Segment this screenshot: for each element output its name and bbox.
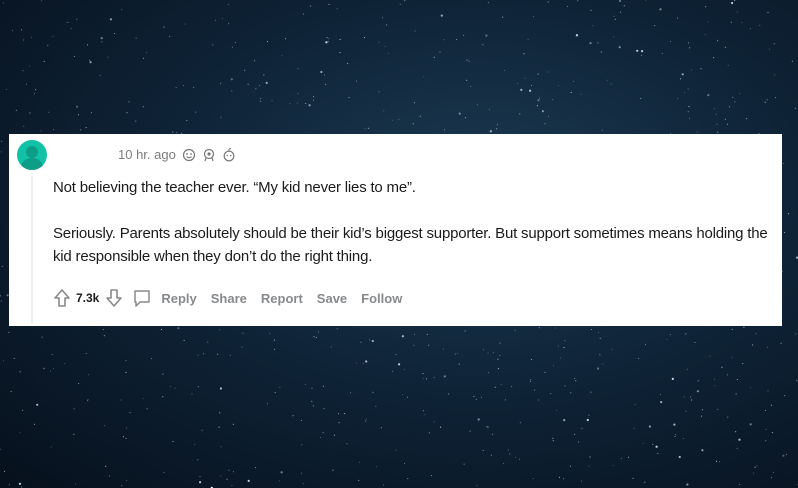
helpful-award-icon[interactable] (202, 148, 216, 162)
save-button[interactable]: Save (317, 291, 347, 306)
avatar[interactable] (17, 140, 47, 170)
report-button[interactable]: Report (261, 291, 303, 306)
thread-line[interactable] (31, 176, 33, 324)
wholesome-award-icon[interactable] (182, 148, 196, 162)
upvote-icon[interactable] (51, 287, 73, 309)
comment-paragraph: Seriously. Parents absolutely should be … (53, 225, 768, 265)
vote-score: 7.3k (76, 291, 100, 305)
downvote-icon[interactable] (103, 287, 125, 309)
reply-button[interactable]: Reply (161, 291, 196, 306)
comment-card: 10 hr. ago Not believing the teacher eve… (9, 134, 782, 326)
comment-bubble-icon[interactable] (131, 287, 153, 309)
comment-paragraph: Not believing the teacher ever. “My kid … (53, 179, 416, 196)
follow-button[interactable]: Follow (361, 291, 402, 306)
timestamp[interactable]: 10 hr. ago (118, 147, 176, 162)
silver-award-icon[interactable] (222, 147, 236, 162)
share-button[interactable]: Share (211, 291, 247, 306)
comment-actions: 7.3k Reply Share Report Save Follow (51, 287, 402, 309)
comment-meta: 10 hr. ago (118, 147, 236, 162)
